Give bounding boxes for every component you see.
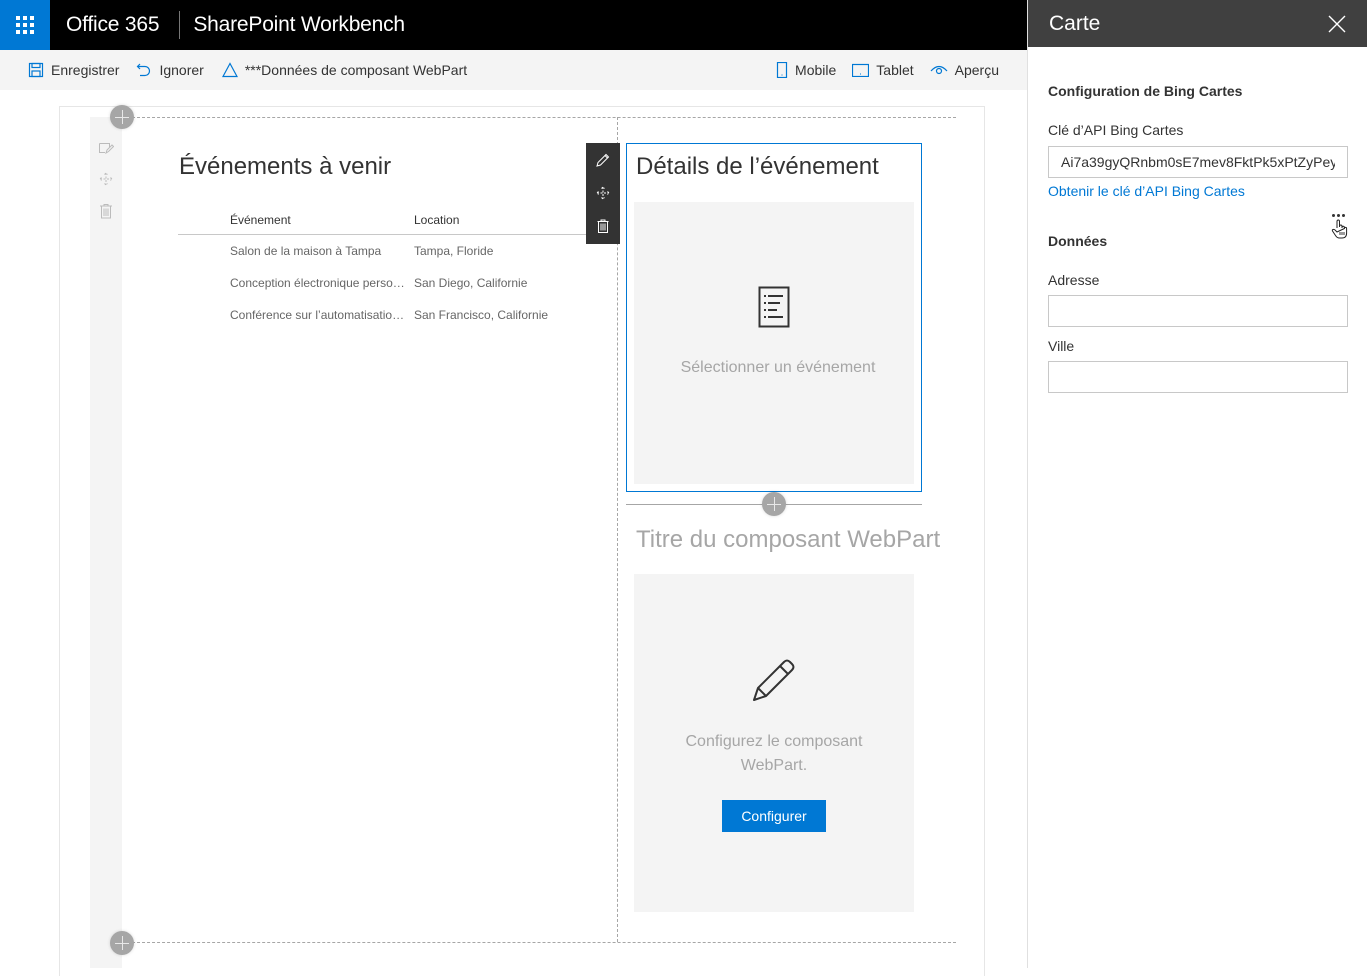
list-document-icon [758,286,790,328]
app-title: SharePoint Workbench [193,13,405,36]
more-icon-dot [1332,214,1335,217]
add-section-top-button[interactable] [110,105,134,129]
tablet-button[interactable]: Tablet [852,50,914,90]
pencil-icon [596,153,610,167]
table-row[interactable]: Conception électronique personnalisée...… [178,267,618,299]
event-name: Salon de la maison à Tampa [230,244,382,258]
event-name: Conférence sur l’automatisation de la c.… [230,308,414,322]
property-pane-title: Carte [1049,11,1101,35]
mobile-icon [776,62,788,78]
discard-button[interactable]: Ignorer [136,50,204,90]
edit-section-icon [99,143,114,155]
app-launcher-button[interactable] [0,0,50,50]
api-key-input[interactable] [1048,146,1348,178]
table-row[interactable]: Salon de la maison à Tampa Tampa, Florid… [178,235,618,267]
edit-section-button[interactable] [97,139,115,157]
preview-button[interactable]: Aperçu [930,50,999,90]
select-event-text: Sélectionner un événement [680,359,876,376]
event-location: San Diego, Californie [414,276,528,290]
close-pane-button[interactable] [1327,14,1347,34]
edit-webpart-button[interactable] [586,143,620,176]
property-pane-header: Carte [1028,0,1367,47]
event-details-title: Détails de l’événement [636,153,879,180]
group-title-data: Données [1048,233,1108,249]
move-section-button[interactable] [97,170,115,188]
add-section-bottom-button[interactable] [110,931,134,955]
get-api-key-link[interactable]: Obtenir le clé d’API Bing Cartes [1048,183,1245,199]
city-input[interactable] [1048,361,1348,393]
app-launcher-icon [16,16,34,34]
mobile-label: Mobile [795,62,837,78]
section-bottom-border [122,942,956,943]
pencil-icon [753,659,795,701]
city-label: Ville [1048,338,1075,354]
configure-button[interactable]: Configurer [722,800,826,832]
webpart-data-label: ***Données de composant WebPart [244,62,468,78]
generic-webpart-title: Titre du composant WebPart [636,526,941,553]
delete-section-button[interactable] [97,202,115,220]
undo-icon [137,63,151,77]
mobile-button[interactable]: Mobile [776,50,836,90]
event-name: Conception électronique personnalisée... [230,276,414,290]
suite-bar: Office 365 SharePoint Workbench [0,0,1027,50]
move-webpart-button[interactable] [586,176,620,209]
move-icon [596,185,610,200]
property-pane: Carte Configuration de Bing Cartes Clé d… [1027,0,1367,968]
save-label: Enregistrer [51,62,120,78]
section-toolbar [90,117,122,968]
event-location: San Francisco, Californie [414,308,549,322]
delete-webpart-button[interactable] [586,209,620,242]
events-table-header: Événement Location [178,205,618,235]
trash-icon [100,204,112,219]
trash-icon [597,219,609,233]
address-input[interactable] [1048,295,1348,327]
warning-triangle-icon [221,62,238,78]
configure-webpart-text: Configurez le composant WebPart. [685,733,863,774]
preview-label: Aperçu [954,62,999,78]
move-icon [99,172,113,186]
webpart-data-button[interactable]: ***Données de composant WebPart [221,50,468,90]
brand-name[interactable]: Office 365 [66,13,160,37]
more-options-button[interactable] [1332,214,1345,217]
more-icon-dot [1342,214,1345,217]
tablet-label: Tablet [876,62,914,78]
address-label: Adresse [1048,272,1100,288]
events-table: Événement Location Salon de la maison à … [178,205,618,331]
group-title-bing-config: Configuration de Bing Cartes [1048,83,1243,99]
column-header-location[interactable]: Location [414,213,574,227]
event-location: Tampa, Floride [414,244,494,258]
brand-divider [179,11,181,39]
save-button[interactable]: Enregistrer [28,50,119,90]
events-webpart-title: Événements à venir [179,153,392,180]
api-key-label: Clé d’API Bing Cartes [1048,122,1184,138]
event-details-placeholder: Sélectionner un événement [634,202,914,484]
section-top-border [122,117,956,118]
more-icon-dot [1337,214,1340,217]
tablet-icon [852,63,870,77]
hand-cursor-icon [1331,219,1348,239]
discard-label: Ignorer [159,62,204,78]
table-row[interactable]: Conférence sur l’automatisation de la c.… [178,299,618,331]
eye-icon [930,65,948,75]
generic-webpart-placeholder: Configurez le composant WebPart. [634,574,914,912]
command-bar: Enregistrer Ignorer ***Données de compos… [0,50,1027,90]
column-header-event[interactable]: Événement [178,213,414,227]
save-icon [28,62,44,78]
webpart-toolbar [586,143,620,244]
add-webpart-button[interactable] [762,492,786,516]
close-icon [1328,15,1346,32]
